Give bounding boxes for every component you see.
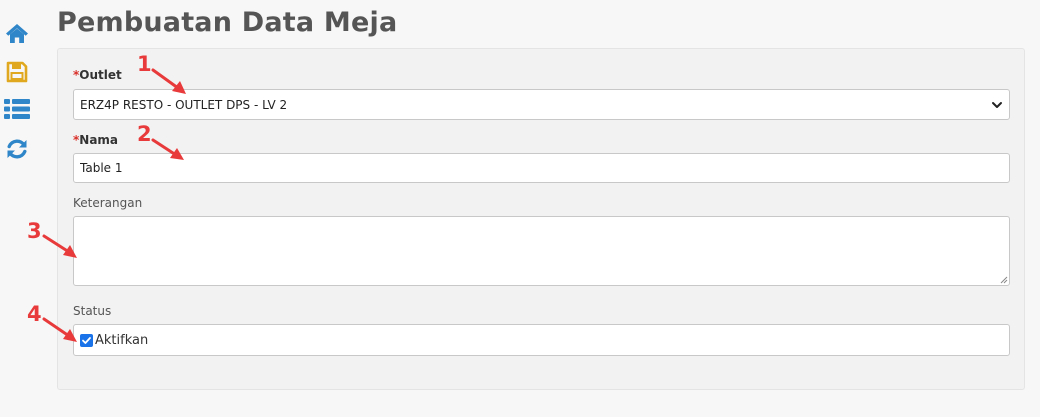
outlet-selected-value: ERZ4P RESTO - OUTLET DPS - LV 2 (80, 97, 288, 112)
aktifkan-checkbox[interactable] (80, 333, 93, 347)
save-button[interactable] (3, 59, 31, 85)
annotation-number-4: 4 (27, 302, 42, 326)
home-button[interactable] (3, 20, 31, 46)
status-label: Status (73, 304, 112, 318)
checkmark-icon (82, 336, 91, 344)
refresh-icon (7, 139, 27, 159)
save-icon (6, 61, 28, 83)
resize-handle-icon[interactable] (999, 275, 1008, 284)
aktifkan-label[interactable]: Aktifkan (95, 333, 148, 348)
page-title: Pembuatan Data Meja (57, 7, 398, 38)
annotation-number-2: 2 (137, 122, 152, 146)
nama-label: *Nama (73, 133, 119, 147)
keterangan-label: Keterangan (73, 196, 143, 210)
list-button[interactable] (3, 96, 31, 122)
annotation-number-3: 3 (27, 219, 42, 243)
keterangan-textarea[interactable] (73, 216, 1010, 286)
nama-field[interactable] (73, 153, 1010, 183)
chevron-down-icon (992, 102, 1002, 108)
home-icon (6, 24, 28, 43)
list-icon (4, 99, 30, 119)
outlet-select[interactable]: ERZ4P RESTO - OUTLET DPS - LV 2 (73, 89, 1010, 120)
refresh-button[interactable] (3, 136, 31, 162)
status-field: Aktifkan (73, 324, 1010, 356)
sidebar (0, 0, 34, 417)
outlet-label: *Outlet (73, 68, 122, 82)
annotation-number-1: 1 (137, 52, 152, 76)
